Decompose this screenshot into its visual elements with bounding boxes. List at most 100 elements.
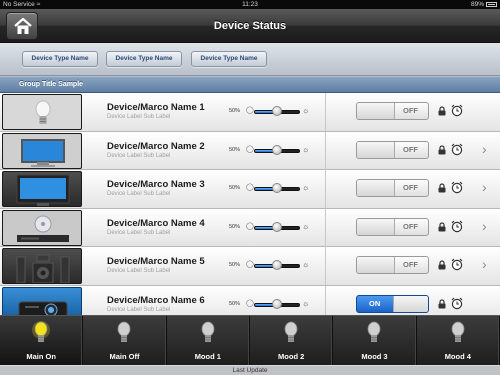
mood-bar: Main On Main Off Mood 1 Mood 2 Mood 3 Mood 4 <box>0 315 500 366</box>
row-divider <box>325 170 326 208</box>
device-type-button-1[interactable]: Device Type Name <box>22 51 98 67</box>
device-row[interactable]: Device/Marco Name 5 Device Label Sub Labe… <box>0 247 500 286</box>
device-row[interactable]: Device/Marco Name 3 Device Label Sub Labe… <box>0 170 500 209</box>
device-sub-label: Device Label Sub Label <box>107 191 171 197</box>
page-title: Device Status <box>213 20 287 32</box>
device-sub-label: Device Label Sub Label <box>107 152 171 159</box>
device-name: Device/Marco Name 1 <box>107 102 205 113</box>
mood-button[interactable]: Mood 1 <box>167 316 250 366</box>
light-bulb-icon <box>201 321 215 342</box>
lock-icon[interactable] <box>438 260 446 270</box>
device-thumbnail[interactable] <box>2 248 82 284</box>
alarm-clock-icon[interactable] <box>451 143 463 156</box>
mood-button[interactable]: Main On <box>0 316 84 366</box>
status-time: 11:23 <box>242 1 258 8</box>
power-toggle[interactable]: OFF <box>356 140 429 159</box>
device-row[interactable]: Device/Marco Name 1 Device Label Sub Labe… <box>0 93 500 132</box>
mood-label: Mood 3 <box>361 352 388 361</box>
dim-percent: 50% <box>229 223 241 230</box>
dim-low-icon: ◯ <box>246 261 254 268</box>
alarm-clock-icon[interactable] <box>451 297 463 310</box>
mood-label: Mood 2 <box>278 352 305 361</box>
brightness-icon: ☼ <box>302 144 310 154</box>
device-sub-label: Device Label Sub Label <box>107 229 171 236</box>
power-toggle[interactable]: OFF <box>356 102 429 120</box>
device-sub-label: Device Label Sub Label <box>107 114 171 120</box>
mood-label: Mood 4 <box>444 352 471 361</box>
dim-low-icon: ◯ <box>246 145 254 153</box>
alarm-clock-icon[interactable] <box>451 181 463 194</box>
lock-icon[interactable] <box>438 221 446 232</box>
alarm-clock-icon[interactable] <box>451 258 463 271</box>
group-header: Group Title Sample <box>0 76 500 93</box>
device-thumbnail[interactable] <box>2 209 82 246</box>
mood-label: Main On <box>26 352 56 361</box>
lock-icon[interactable] <box>438 144 446 155</box>
power-toggle[interactable]: OFF <box>356 256 429 274</box>
row-divider <box>325 208 326 247</box>
device-name: Device/Marco Name 4 <box>107 217 205 229</box>
device-thumbnail[interactable] <box>2 132 82 169</box>
light-bulb-icon <box>368 321 381 342</box>
mood-button[interactable]: Mood 3 <box>333 316 417 366</box>
power-toggle[interactable]: OFF <box>356 217 429 236</box>
mood-button[interactable]: Main Off <box>83 316 167 366</box>
device-type-filter-bar: Device Type Name Device Type Name Device… <box>0 43 500 76</box>
device-list: Device/Marco Name 1 Device Label Sub Labe… <box>0 93 500 315</box>
device-row[interactable]: Device/Marco Name 4 Device Label Sub Labe… <box>0 208 500 247</box>
nav-bar: Device Status <box>0 9 500 43</box>
device-name: Device/Marco Name 5 <box>107 256 205 267</box>
power-toggle[interactable]: ON <box>356 294 429 313</box>
battery-icon <box>486 2 497 7</box>
device-row[interactable]: Device/Marco Name 2 Device Label Sub Labe… <box>0 131 500 170</box>
mood-label: Main Off <box>109 352 140 361</box>
light-bulb-icon <box>451 321 465 342</box>
light-bulb-icon <box>118 321 131 342</box>
lock-icon[interactable] <box>438 106 446 116</box>
device-thumbnail[interactable] <box>2 286 82 315</box>
row-divider <box>325 285 326 315</box>
brightness-icon: ☼ <box>302 260 310 269</box>
light-bulb-icon <box>284 321 298 342</box>
dim-percent: 50% <box>229 300 241 307</box>
chevron-right-icon[interactable]: › <box>482 256 487 272</box>
dim-low-icon: ◯ <box>246 222 254 230</box>
chevron-right-icon[interactable]: › <box>482 218 487 234</box>
power-toggle[interactable]: OFF <box>356 179 429 197</box>
alarm-clock-icon[interactable] <box>451 104 463 117</box>
dimmer-slider-knob[interactable] <box>272 260 282 270</box>
dimmer-slider-knob[interactable] <box>272 221 282 232</box>
device-type-button-3[interactable]: Device Type Name <box>191 51 267 67</box>
dim-percent: 50% <box>229 146 241 153</box>
brightness-icon: ☼ <box>302 106 310 115</box>
chevron-right-icon[interactable]: › <box>482 179 487 195</box>
mood-button[interactable]: Mood 2 <box>250 316 334 366</box>
power-toggle-label: OFF <box>403 221 418 231</box>
mood-button[interactable]: Mood 4 <box>417 316 500 366</box>
lock-icon[interactable] <box>438 298 446 309</box>
row-divider <box>325 93 326 131</box>
device-thumbnail[interactable] <box>2 94 82 130</box>
device-thumbnail[interactable] <box>2 171 82 207</box>
last-update-label: Last Update <box>0 365 500 375</box>
dimmer-slider-knob[interactable] <box>272 183 282 193</box>
alarm-clock-icon[interactable] <box>451 220 463 233</box>
lock-icon[interactable] <box>438 183 446 193</box>
power-toggle-label: OFF <box>403 260 418 269</box>
power-toggle-label: ON <box>369 298 381 308</box>
power-toggle-label: OFF <box>403 106 418 115</box>
dimmer-slider-knob[interactable] <box>272 144 282 155</box>
device-name: Device/Marco Name 3 <box>107 179 205 190</box>
dimmer-slider-knob[interactable] <box>272 298 282 309</box>
dimmer-slider-knob[interactable] <box>272 106 282 116</box>
dim-low-icon: ◯ <box>246 299 254 307</box>
device-sub-label: Device Label Sub Label <box>107 268 171 274</box>
row-divider <box>325 131 326 170</box>
dim-low-icon: ◯ <box>246 107 254 114</box>
device-sub-label: Device Label Sub Label <box>107 306 171 313</box>
device-row[interactable]: Device/Marco Name 6 Device Label Sub Labe… <box>0 285 500 315</box>
chevron-right-icon[interactable]: › <box>482 141 487 157</box>
light-bulb-icon <box>32 321 51 342</box>
device-name: Device/Marco Name 6 <box>107 294 205 306</box>
device-type-button-2[interactable]: Device Type Name <box>106 51 182 67</box>
